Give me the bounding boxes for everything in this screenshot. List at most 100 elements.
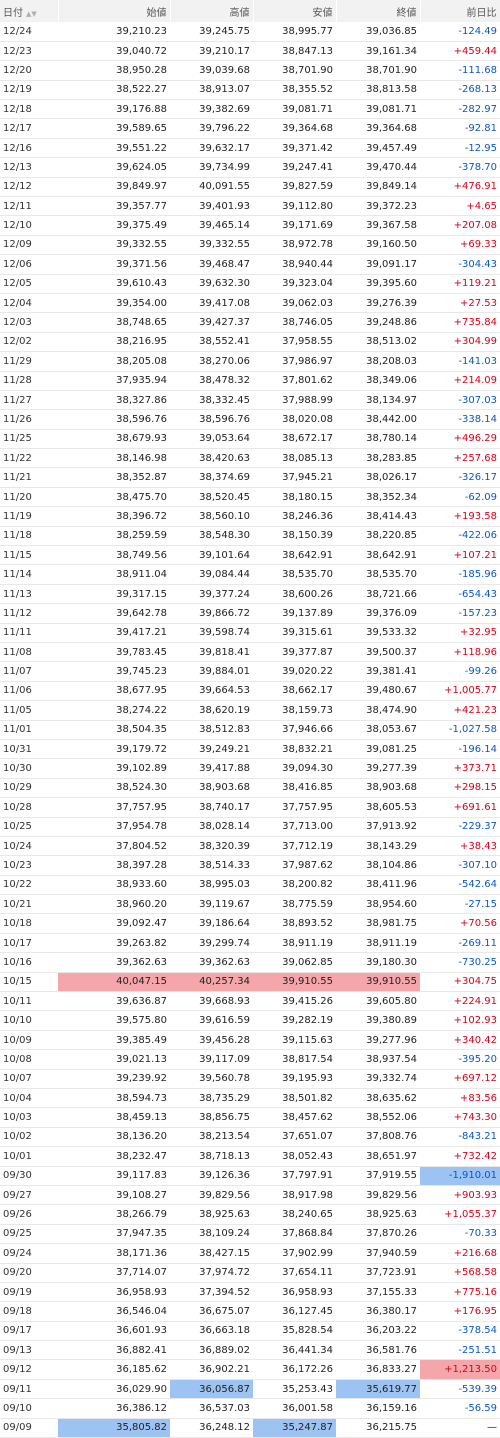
- cell-change: +69.33: [420, 235, 500, 256]
- cell-low: 37,757.95: [253, 797, 336, 818]
- cell-open: 39,332.55: [58, 235, 170, 256]
- cell-high: 39,084.44: [170, 564, 253, 585]
- cell-date: 11/08: [0, 642, 58, 663]
- column-header-date[interactable]: 日付 ▲▼: [0, 0, 59, 22]
- cell-date: 09/20: [0, 1263, 58, 1283]
- cell-open: 38,748.65: [58, 312, 170, 333]
- cell-low: 38,642.91: [253, 545, 336, 566]
- cell-low: 37,712.19: [253, 836, 336, 857]
- cell-open: 36,029.90: [58, 1379, 170, 1400]
- table-row: 12/23 39,040.72 39,210.17 38,847.13 39,161.3…: [0, 41, 500, 62]
- cell-date: 10/17: [0, 933, 58, 954]
- cell-change: +214.09: [420, 371, 500, 391]
- cell-low: 39,115.63: [253, 1030, 336, 1051]
- cell-open: 39,040.72: [58, 41, 170, 62]
- cell-low: 39,323.04: [253, 274, 336, 294]
- cell-change: -268.13: [420, 80, 500, 101]
- cell-open: 39,610.43: [58, 274, 170, 294]
- cell-date: 11/27: [0, 390, 58, 411]
- table-row: 10/11 39,636.87 39,668.93 39,415.26 39,605.8…: [0, 991, 500, 1012]
- cell-high: 38,740.17: [170, 797, 253, 818]
- cell-close: 38,474.90: [336, 700, 420, 721]
- cell-open: 39,371.56: [58, 254, 170, 275]
- cell-date: 10/18: [0, 913, 58, 934]
- table-row: 12/24 39,210.23 39,245.75 38,995.77 39,036.8…: [0, 22, 500, 42]
- table-row: 12/10 39,375.49 39,465.14 39,171.69 39,367.5…: [0, 215, 500, 236]
- cell-open: 38,475.70: [58, 487, 170, 508]
- cell-open: 37,954.78: [58, 817, 170, 837]
- cell-low: 39,094.30: [253, 758, 336, 779]
- cell-low: 39,062.03: [253, 293, 336, 314]
- cell-low: 36,441.34: [253, 1340, 336, 1361]
- table-row: 09/26 38,266.79 38,925.63 38,240.65 38,925.6…: [0, 1204, 500, 1225]
- cell-high: 39,560.78: [170, 1069, 253, 1089]
- cell-open: 38,596.76: [58, 409, 170, 430]
- cell-high: 39,186.64: [170, 913, 253, 934]
- table-row: 11/01 38,504.35 38,512.83 37,946.66 38,053.6…: [0, 720, 500, 740]
- table-row: 09/13 36,882.41 36,889.02 36,441.34 36,581.7…: [0, 1340, 500, 1361]
- cell-change: —: [420, 1418, 500, 1438]
- cell-open: 40,047.15: [58, 972, 170, 993]
- cell-change: +102.93: [420, 1010, 500, 1031]
- cell-high: 39,632.17: [170, 138, 253, 159]
- cell-date: 09/18: [0, 1301, 58, 1322]
- cell-open: 38,327.86: [58, 390, 170, 411]
- cell-high: 39,796.22: [170, 118, 253, 139]
- cell-low: 39,910.55: [253, 972, 336, 993]
- cell-date: 12/03: [0, 312, 58, 333]
- cell-date: 12/11: [0, 196, 58, 217]
- cell-close: 39,500.37: [336, 642, 420, 663]
- cell-change: +373.71: [420, 758, 500, 779]
- cell-high: 39,332.55: [170, 235, 253, 256]
- cell-high: 38,925.63: [170, 1204, 253, 1225]
- table-row: 09/27 39,108.27 39,829.56 38,917.98 39,829.5…: [0, 1185, 500, 1206]
- cell-high: 37,974.72: [170, 1263, 253, 1283]
- cell-low: 38,180.15: [253, 487, 336, 508]
- cell-high: 38,420.63: [170, 448, 253, 469]
- cell-open: 37,757.95: [58, 797, 170, 818]
- cell-low: 38,817.54: [253, 1049, 336, 1070]
- cell-change: -141.03: [420, 351, 500, 372]
- cell-high: 38,913.07: [170, 80, 253, 101]
- cell-low: 37,713.00: [253, 817, 336, 837]
- cell-change: -269.11: [420, 933, 500, 954]
- cell-close: 38,134.97: [336, 390, 420, 411]
- cell-change: +1,213.50: [420, 1359, 500, 1380]
- cell-change: +775.16: [420, 1282, 500, 1303]
- cell-date: 11/28: [0, 371, 58, 391]
- cell-close: 36,380.17: [336, 1301, 420, 1322]
- sort-arrows-icon[interactable]: ▲▼: [26, 10, 37, 18]
- cell-open: 39,176.88: [58, 99, 170, 120]
- cell-low: 38,150.39: [253, 526, 336, 547]
- cell-close: 36,215.75: [336, 1418, 420, 1438]
- table-row: 09/11 36,029.90 36,056.87 35,253.43 35,619.7…: [0, 1379, 500, 1400]
- table-row: 09/12 36,185.62 36,902.21 36,172.26 36,833.2…: [0, 1359, 500, 1380]
- cell-change: -378.70: [420, 157, 500, 178]
- cell-high: 39,117.09: [170, 1049, 253, 1070]
- cell-low: 38,917.98: [253, 1185, 336, 1206]
- cell-date: 12/17: [0, 118, 58, 139]
- table-row: 12/04 39,354.00 39,417.08 39,062.03 39,276.3…: [0, 293, 500, 314]
- cell-change: -70.33: [420, 1224, 500, 1245]
- table-row: 12/16 39,551.22 39,632.17 39,371.42 39,457.4…: [0, 138, 500, 159]
- table-row: 11/13 39,317.15 39,377.24 38,600.26 38,721.6…: [0, 584, 500, 605]
- cell-change: -654.43: [420, 584, 500, 605]
- cell-date: 12/13: [0, 157, 58, 178]
- cell-date: 10/16: [0, 952, 58, 973]
- cell-open: 39,375.49: [58, 215, 170, 236]
- cell-open: 38,524.30: [58, 778, 170, 799]
- cell-date: 12/20: [0, 60, 58, 81]
- cell-low: 37,654.11: [253, 1263, 336, 1283]
- cell-low: 35,828.54: [253, 1321, 336, 1342]
- cell-close: 39,457.49: [336, 138, 420, 159]
- cell-low: 39,827.59: [253, 177, 336, 198]
- cell-date: 09/26: [0, 1204, 58, 1225]
- table-row: 11/11 39,417.21 39,598.74 39,315.61 39,533.3…: [0, 623, 500, 644]
- cell-date: 09/17: [0, 1321, 58, 1342]
- column-header-high: 高値: [170, 0, 254, 22]
- cell-high: 36,248.12: [170, 1418, 253, 1438]
- cell-change: +119.21: [420, 274, 500, 294]
- cell-high: 39,249.21: [170, 739, 253, 760]
- cell-change: +340.42: [420, 1030, 500, 1051]
- cell-close: 39,364.68: [336, 118, 420, 139]
